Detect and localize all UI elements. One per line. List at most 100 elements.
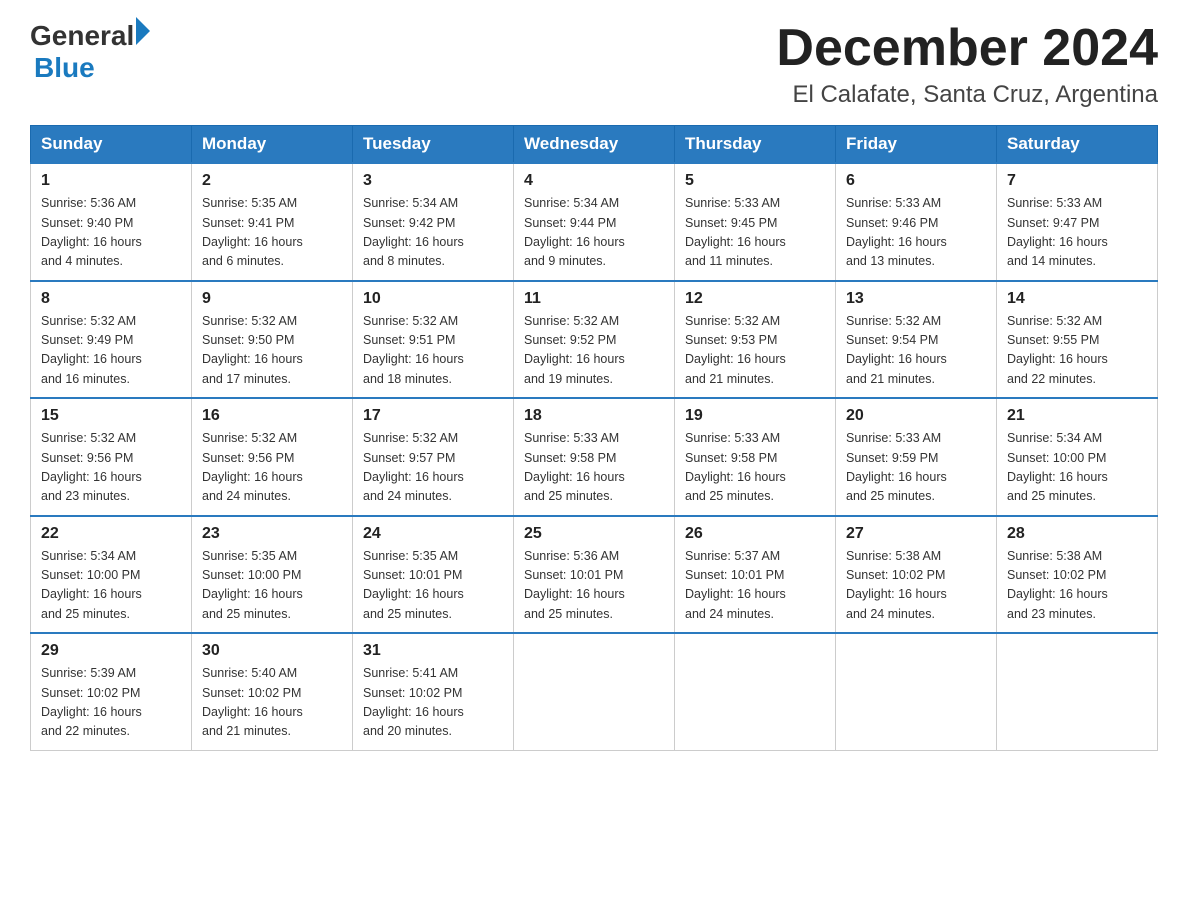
logo-general-text: General [30,20,134,52]
calendar-cell: 30Sunrise: 5:40 AM Sunset: 10:02 PM Dayl… [192,633,353,750]
day-number: 7 [1007,172,1147,190]
day-info: Sunrise: 5:36 AM Sunset: 10:01 PM Daylig… [524,547,664,625]
day-info: Sunrise: 5:33 AM Sunset: 9:58 PM Dayligh… [524,429,664,507]
calendar-cell: 5Sunrise: 5:33 AM Sunset: 9:45 PM Daylig… [675,163,836,281]
day-info: Sunrise: 5:32 AM Sunset: 9:50 PM Dayligh… [202,312,342,390]
week-row-5: 29 Sunrise: 5:39 AM Sunset: 10:02 PM Dayl… [31,633,1158,750]
day-number: 1 [41,172,181,190]
day-info: Sunrise: 5:32 AM Sunset: 9:57 PM Dayligh… [363,429,503,507]
day-info: Sunrise: 5:32 AM Sunset: 9:49 PM Dayligh… [41,312,181,390]
calendar-cell [675,633,836,750]
calendar-cell: 8 Sunrise: 5:32 AM Sunset: 9:49 PM Daylig… [31,281,192,399]
col-saturday: Saturday [997,126,1158,164]
day-info: Sunrise: 5:34 AM Sunset: 10:00 PM Daylig… [41,547,181,625]
calendar-subtitle: El Calafate, Santa Cruz, Argentina [776,81,1158,109]
calendar-cell [514,633,675,750]
day-number: 18 [524,407,664,425]
calendar-cell: 25 Sunrise: 5:36 AM Sunset: 10:01 PM Dayl… [514,516,675,634]
calendar-cell: 29 Sunrise: 5:39 AM Sunset: 10:02 PM Dayl… [31,633,192,750]
calendar-cell: 6 Sunrise: 5:33 AM Sunset: 9:46 PM Daylig… [836,163,997,281]
day-number: 31 [363,642,503,660]
day-info: Sunrise: 5:34 AM Sunset: 9:44 PM Dayligh… [524,194,664,272]
day-number: 23 [202,525,342,543]
calendar-cell: 23Sunrise: 5:35 AM Sunset: 10:00 PM Dayl… [192,516,353,634]
day-info: Sunrise: 5:32 AM Sunset: 9:51 PM Dayligh… [363,312,503,390]
day-number: 28 [1007,525,1147,543]
week-row-1: 1 Sunrise: 5:36 AM Sunset: 9:40 PM Daylig… [31,163,1158,281]
logo: General Blue [30,20,150,84]
col-wednesday: Wednesday [514,126,675,164]
day-number: 27 [846,525,986,543]
calendar-cell: 16 Sunrise: 5:32 AM Sunset: 9:56 PM Dayli… [192,398,353,516]
week-row-3: 15 Sunrise: 5:32 AM Sunset: 9:56 PM Dayli… [31,398,1158,516]
day-number: 14 [1007,290,1147,308]
calendar-cell: 14 Sunrise: 5:32 AM Sunset: 9:55 PM Dayli… [997,281,1158,399]
col-sunday: Sunday [31,126,192,164]
day-number: 20 [846,407,986,425]
calendar-cell: 27 Sunrise: 5:38 AM Sunset: 10:02 PM Dayl… [836,516,997,634]
calendar-cell: 15Sunrise: 5:32 AM Sunset: 9:56 PM Dayli… [31,398,192,516]
day-number: 15 [41,407,181,425]
day-info: Sunrise: 5:38 AM Sunset: 10:02 PM Daylig… [846,547,986,625]
day-number: 2 [202,172,342,190]
day-number: 29 [41,642,181,660]
col-tuesday: Tuesday [353,126,514,164]
day-number: 10 [363,290,503,308]
day-number: 30 [202,642,342,660]
day-number: 4 [524,172,664,190]
header: General Blue December 2024 El Calafate, … [30,20,1158,109]
calendar-cell: 18 Sunrise: 5:33 AM Sunset: 9:58 PM Dayli… [514,398,675,516]
day-info: Sunrise: 5:34 AM Sunset: 9:42 PM Dayligh… [363,194,503,272]
calendar-cell: 3Sunrise: 5:34 AM Sunset: 9:42 PM Daylig… [353,163,514,281]
day-number: 9 [202,290,342,308]
day-number: 25 [524,525,664,543]
calendar-cell: 19Sunrise: 5:33 AM Sunset: 9:58 PM Dayli… [675,398,836,516]
calendar-cell: 24 Sunrise: 5:35 AM Sunset: 10:01 PM Dayl… [353,516,514,634]
day-number: 11 [524,290,664,308]
day-info: Sunrise: 5:33 AM Sunset: 9:58 PM Dayligh… [685,429,825,507]
calendar-cell: 12 Sunrise: 5:32 AM Sunset: 9:53 PM Dayli… [675,281,836,399]
calendar-cell: 26Sunrise: 5:37 AM Sunset: 10:01 PM Dayl… [675,516,836,634]
day-number: 24 [363,525,503,543]
calendar-cell: 17Sunrise: 5:32 AM Sunset: 9:57 PM Dayli… [353,398,514,516]
calendar-cell: 28Sunrise: 5:38 AM Sunset: 10:02 PM Dayl… [997,516,1158,634]
header-row: Sunday Monday Tuesday Wednesday Thursday… [31,126,1158,164]
day-number: 26 [685,525,825,543]
week-row-2: 8 Sunrise: 5:32 AM Sunset: 9:49 PM Daylig… [31,281,1158,399]
calendar-cell [997,633,1158,750]
day-number: 12 [685,290,825,308]
day-number: 8 [41,290,181,308]
day-info: Sunrise: 5:32 AM Sunset: 9:53 PM Dayligh… [685,312,825,390]
day-info: Sunrise: 5:39 AM Sunset: 10:02 PM Daylig… [41,664,181,742]
col-friday: Friday [836,126,997,164]
calendar-cell: 11 Sunrise: 5:32 AM Sunset: 9:52 PM Dayli… [514,281,675,399]
logo-triangle-icon [136,17,150,45]
calendar-title: December 2024 [776,20,1158,77]
day-info: Sunrise: 5:32 AM Sunset: 9:55 PM Dayligh… [1007,312,1147,390]
day-info: Sunrise: 5:36 AM Sunset: 9:40 PM Dayligh… [41,194,181,272]
col-thursday: Thursday [675,126,836,164]
calendar-table: Sunday Monday Tuesday Wednesday Thursday… [30,125,1158,751]
day-info: Sunrise: 5:33 AM Sunset: 9:59 PM Dayligh… [846,429,986,507]
calendar-cell: 2Sunrise: 5:35 AM Sunset: 9:41 PM Daylig… [192,163,353,281]
calendar-cell: 13Sunrise: 5:32 AM Sunset: 9:54 PM Dayli… [836,281,997,399]
week-row-4: 22 Sunrise: 5:34 AM Sunset: 10:00 PM Dayl… [31,516,1158,634]
day-info: Sunrise: 5:33 AM Sunset: 9:47 PM Dayligh… [1007,194,1147,272]
calendar-cell: 1 Sunrise: 5:36 AM Sunset: 9:40 PM Daylig… [31,163,192,281]
day-number: 16 [202,407,342,425]
day-info: Sunrise: 5:34 AM Sunset: 10:00 PM Daylig… [1007,429,1147,507]
calendar-cell: 9 Sunrise: 5:32 AM Sunset: 9:50 PM Daylig… [192,281,353,399]
day-info: Sunrise: 5:32 AM Sunset: 9:52 PM Dayligh… [524,312,664,390]
calendar-cell: 21Sunrise: 5:34 AM Sunset: 10:00 PM Dayl… [997,398,1158,516]
calendar-cell: 31Sunrise: 5:41 AM Sunset: 10:02 PM Dayl… [353,633,514,750]
day-number: 6 [846,172,986,190]
day-info: Sunrise: 5:33 AM Sunset: 9:46 PM Dayligh… [846,194,986,272]
day-info: Sunrise: 5:35 AM Sunset: 10:01 PM Daylig… [363,547,503,625]
day-number: 5 [685,172,825,190]
logo-blue-text: Blue [34,52,150,84]
calendar-cell: 22 Sunrise: 5:34 AM Sunset: 10:00 PM Dayl… [31,516,192,634]
day-number: 13 [846,290,986,308]
day-number: 22 [41,525,181,543]
day-info: Sunrise: 5:32 AM Sunset: 9:56 PM Dayligh… [202,429,342,507]
col-monday: Monday [192,126,353,164]
